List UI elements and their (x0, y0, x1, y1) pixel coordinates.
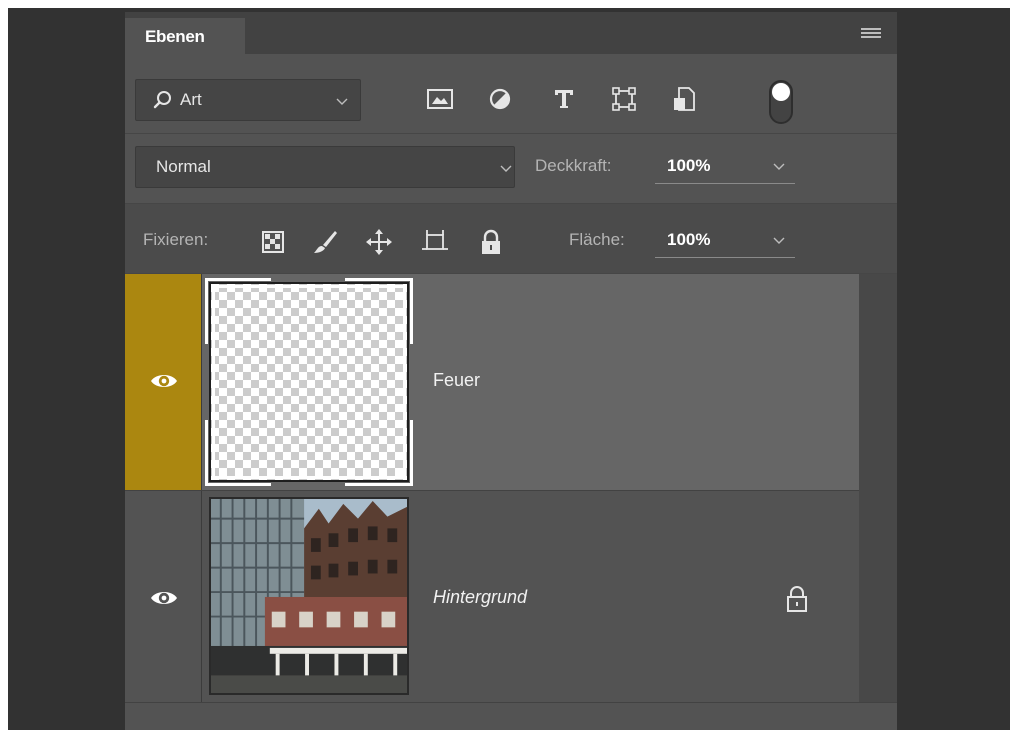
lock-row: Fixieren: Fläche: 100% (125, 204, 897, 274)
smart-object-filter-icon[interactable] (669, 82, 699, 116)
fill-label: Fläche: (569, 230, 625, 249)
layer-filter-row: Art (125, 54, 897, 134)
blend-row: Normal Deckkraft: 100% (125, 134, 897, 204)
chevron-down-icon (336, 98, 348, 105)
panel-bottom-bar (125, 702, 897, 730)
lock-image-pixels-icon[interactable] (311, 228, 339, 256)
layer-row-hintergrund[interactable]: Hintergrund (125, 490, 859, 706)
layer-name[interactable]: Feuer (433, 370, 480, 391)
layer-thumbnail-transparent[interactable] (209, 282, 409, 482)
filter-kind-dropdown[interactable]: Art (135, 79, 361, 121)
eye-icon[interactable] (149, 370, 179, 392)
layer-locked-icon[interactable] (785, 585, 809, 613)
selection-corner-mark (345, 278, 411, 281)
chevron-down-icon[interactable] (773, 163, 785, 171)
filter-kind-label: Art (180, 90, 202, 109)
filter-toggle-switch[interactable] (769, 80, 793, 124)
eye-icon[interactable] (149, 587, 179, 609)
pixel-layer-filter-icon[interactable] (425, 82, 455, 116)
shape-layer-filter-icon[interactable] (609, 82, 639, 116)
selection-corner-mark (410, 420, 413, 486)
type-layer-filter-icon[interactable] (549, 82, 579, 116)
layer-thumbnail-ruined-building-photo[interactable] (209, 497, 409, 695)
selection-corner-mark (410, 278, 413, 344)
selection-corner-mark (205, 278, 208, 344)
selection-corner-mark (205, 483, 271, 486)
lock-all-icon[interactable] (477, 228, 505, 256)
fill-input[interactable]: 100% (655, 224, 795, 258)
column-divider (201, 491, 202, 706)
blend-mode-value: Normal (156, 157, 211, 176)
lock-label: Fixieren: (143, 230, 209, 249)
opacity-label: Deckkraft: (535, 156, 612, 175)
selection-corner-mark (205, 420, 208, 486)
search-icon (153, 91, 171, 109)
lock-artboard-icon[interactable] (421, 228, 449, 256)
column-divider (201, 274, 202, 490)
selection-corner-mark (345, 483, 411, 486)
layer-row-feuer[interactable]: Feuer (125, 274, 859, 490)
tab-layers[interactable]: Ebenen (125, 18, 245, 54)
lock-transparent-pixels-icon[interactable] (259, 228, 287, 256)
lock-position-icon[interactable] (365, 228, 393, 256)
layers-panel: Ebenen Art Normal Deckkraft: 100% Fixier… (125, 12, 897, 730)
blend-mode-dropdown[interactable]: Normal (135, 146, 515, 188)
fill-value: 100% (667, 230, 711, 249)
toggle-knob (772, 83, 790, 101)
selection-corner-mark (205, 278, 271, 281)
opacity-input[interactable]: 100% (655, 150, 795, 184)
adjustment-layer-filter-icon[interactable] (485, 82, 515, 116)
panel-tab-bar: Ebenen (125, 12, 897, 54)
opacity-value: 100% (667, 156, 711, 175)
panel-menu-icon[interactable] (861, 28, 881, 41)
layers-scrollbar-track[interactable] (859, 274, 897, 702)
layer-name[interactable]: Hintergrund (433, 587, 527, 608)
chevron-down-icon[interactable] (773, 237, 785, 245)
chevron-down-icon (500, 165, 512, 172)
